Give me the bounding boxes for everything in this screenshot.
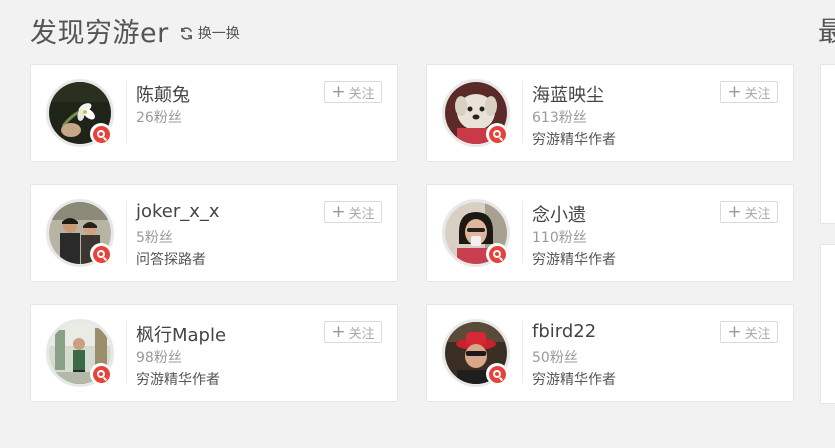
divider: [522, 81, 523, 143]
fans-count: 26粉丝: [136, 110, 182, 126]
fans-count: 5粉丝: [136, 230, 173, 246]
refresh-label: 换一换: [197, 26, 240, 42]
user-card: 陈颠兔 26粉丝 + 关注: [30, 64, 398, 162]
follow-button[interactable]: + 关注: [720, 81, 778, 103]
plus-icon: +: [727, 81, 742, 102]
fans-count: 110粉丝: [532, 230, 587, 246]
divider: [522, 201, 523, 263]
fans-count: 98粉丝: [136, 350, 182, 366]
avatar[interactable]: [46, 319, 114, 387]
follow-label: 关注: [744, 206, 771, 222]
plus-icon: +: [727, 201, 742, 222]
divider: [522, 321, 523, 383]
follow-button[interactable]: + 关注: [720, 201, 778, 223]
avatar[interactable]: [442, 319, 510, 387]
plus-icon: +: [727, 321, 742, 342]
user-name[interactable]: 念小遗: [532, 201, 586, 227]
follow-label: 关注: [348, 86, 375, 102]
user-card: 枫行Maple 98粉丝 穷游精华作者 + 关注: [30, 304, 398, 402]
section-header: 发现穷游er 换一换: [30, 10, 240, 50]
follow-label: 关注: [744, 86, 771, 102]
right-panel-card: [820, 244, 835, 404]
user-card: joker_x_x 5粉丝 问答探路者 + 关注: [30, 184, 398, 282]
fans-count: 613粉丝: [532, 110, 587, 126]
plus-icon: +: [331, 201, 346, 222]
user-tag: 问答探路者: [136, 252, 206, 268]
user-name[interactable]: 陈颠兔: [136, 81, 190, 107]
user-name[interactable]: joker_x_x: [136, 201, 220, 222]
follow-button[interactable]: + 关注: [720, 321, 778, 343]
follow-button[interactable]: + 关注: [324, 201, 382, 223]
right-section-title: 最: [818, 17, 835, 48]
plus-icon: +: [331, 81, 346, 102]
divider: [126, 201, 127, 263]
avatar[interactable]: [442, 79, 510, 147]
user-name[interactable]: 海蓝映尘: [532, 81, 604, 107]
divider: [126, 321, 127, 383]
user-name[interactable]: 枫行Maple: [136, 321, 226, 347]
user-card: 念小遗 110粉丝 穷游精华作者 + 关注: [426, 184, 794, 282]
user-card: fbird22 50粉丝 穷游精华作者 + 关注: [426, 304, 794, 402]
user-card: 海蓝映尘 613粉丝 穷游精华作者 + 关注: [426, 64, 794, 162]
user-tag: 穷游精华作者: [532, 132, 616, 148]
qyer-logo-icon: [90, 363, 112, 385]
avatar[interactable]: [442, 199, 510, 267]
qyer-logo-icon: [486, 123, 508, 145]
follow-label: 关注: [744, 326, 771, 342]
qyer-logo-icon: [486, 243, 508, 265]
follow-button[interactable]: + 关注: [324, 81, 382, 103]
divider: [126, 81, 127, 143]
avatar[interactable]: [46, 199, 114, 267]
plus-icon: +: [331, 321, 346, 342]
qyer-logo-icon: [90, 123, 112, 145]
follow-label: 关注: [348, 326, 375, 342]
user-tag: 穷游精华作者: [532, 252, 616, 268]
follow-button[interactable]: + 关注: [324, 321, 382, 343]
user-tag: 穷游精华作者: [532, 372, 616, 388]
qyer-logo-icon: [90, 243, 112, 265]
qyer-logo-icon: [486, 363, 508, 385]
user-name[interactable]: fbird22: [532, 321, 596, 342]
page-title: 发现穷游er: [30, 17, 169, 49]
fans-count: 50粉丝: [532, 350, 578, 366]
refresh-button[interactable]: 换一换: [179, 23, 240, 43]
refresh-icon: [180, 26, 192, 40]
user-tag: 穷游精华作者: [136, 372, 220, 388]
avatar[interactable]: [46, 79, 114, 147]
follow-label: 关注: [348, 206, 375, 222]
right-panel-card: [820, 64, 835, 224]
